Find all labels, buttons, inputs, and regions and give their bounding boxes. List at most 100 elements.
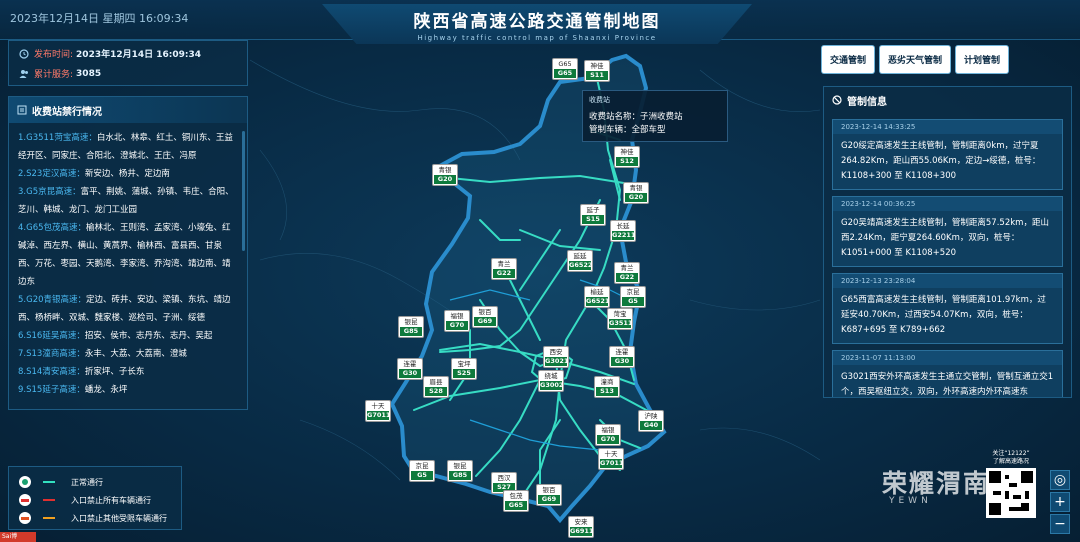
road-badge[interactable]: 青银 G20	[623, 182, 649, 204]
road-badge[interactable]: 延延 G6522	[567, 250, 593, 272]
road-badge-name: 京昆	[626, 288, 640, 296]
toll-list-item: 3.G5京昆高速：富平、荆姚、蒲城、孙镇、韦庄、合阳、芝川、韩城、龙门、龙门工业…	[18, 183, 237, 219]
road-badge-code: G3021	[545, 357, 569, 366]
qr-code[interactable]	[986, 468, 1036, 518]
qr-code-icon	[989, 471, 1033, 515]
toll-road-name: 5.G20青银高速：	[18, 295, 87, 305]
road-badge-name: 十天	[604, 450, 618, 458]
road-badge[interactable]: 延子 S15	[580, 204, 606, 226]
road-badge[interactable]: 青兰 G22	[614, 262, 640, 284]
road-badge[interactable]: 青兰 G22	[491, 258, 517, 280]
info-panel-header: 管制信息	[824, 87, 1071, 113]
road-badge-name: 银百	[542, 486, 556, 494]
road-badge-code: G40	[640, 421, 662, 430]
road-badge-name: 长延	[616, 222, 630, 230]
road-badge-name: 福银	[601, 426, 615, 434]
info-card-time: 2023-12-14 14:33:25	[833, 120, 1062, 134]
road-badge-name: 西汉	[497, 474, 511, 482]
road-badge[interactable]: 京昆 G5	[409, 460, 435, 482]
road-badge-name: 银昆	[453, 462, 467, 470]
road-badge[interactable]: 宝坪 S25	[451, 358, 477, 380]
info-card[interactable]: 2023-12-14 00:36:25 G20吴靖高速发生主线管制，管制距离57.…	[832, 196, 1063, 267]
control-tabs: 交通管制 恶劣天气管制 计划管制	[822, 46, 1009, 73]
road-badge[interactable]: 银百 G69	[472, 306, 498, 328]
road-badge[interactable]: 连霍 G30	[609, 346, 635, 368]
road-badge[interactable]: 连霍 G30	[397, 358, 423, 380]
toll-list[interactable]: 1.G3511菏宝高速：白水北、林皋、红土、铜川东、王益经开区、同家庄、合阳北、…	[9, 123, 247, 399]
info-card[interactable]: 2023-12-13 23:28:04 G65西富高速发生主线管制，管制距离101…	[832, 273, 1063, 344]
road-badge[interactable]: 菏宝 G3511	[607, 308, 633, 330]
toll-road-name: 4.G65包茂高速：	[18, 223, 87, 233]
road-badge[interactable]: 眉县 S28	[423, 376, 449, 398]
road-badge[interactable]: 榆延 G6521	[584, 286, 610, 308]
road-badge-code: G22	[493, 269, 515, 278]
road-badge-code: G20	[434, 175, 456, 184]
road-badge[interactable]: 十天 G7011	[365, 400, 391, 422]
station-tooltip: 收费站 收费站名称：子洲收费站 管制车辆：全部车型	[582, 90, 728, 142]
info-card[interactable]: 2023-12-14 14:33:25 G20绥定高速发生主线管制，管制距离0km…	[832, 119, 1063, 190]
toll-list-item: 1.G3511菏宝高速：白水北、林皋、红土、铜川东、王益经开区、同家庄、合阳北、…	[18, 129, 237, 165]
road-badge-code: G65	[554, 69, 576, 78]
road-badge-name: 京昆	[415, 462, 429, 470]
road-badge[interactable]: G65 G65	[552, 58, 578, 80]
road-badge-name: 银昆	[404, 318, 418, 326]
toll-list-item: 9.S15延子高速：蟠龙、永坪	[18, 381, 237, 399]
qr-caption-2: 了解高速路况	[992, 458, 1029, 465]
road-badge[interactable]: 银昆 G85	[447, 460, 473, 482]
locate-button[interactable]: ◎	[1050, 470, 1070, 490]
road-badge-code: G85	[449, 471, 471, 480]
toll-road-name: 6.S16延吴高速：	[18, 331, 85, 341]
publish-time-row: 发布时间: 2023年12月14日 16:09:34	[19, 47, 237, 60]
road-badge[interactable]: 长延 G2211	[610, 220, 636, 242]
publish-time-label: 发布时间:	[34, 50, 74, 60]
info-card-time: 2023-12-14 00:36:25	[833, 197, 1062, 211]
road-badge-name: 安来	[574, 518, 588, 526]
road-badge[interactable]: 青银 G20	[432, 164, 458, 186]
zoom-out-button[interactable]: −	[1050, 514, 1070, 534]
road-badge-code: G30	[399, 369, 421, 378]
road-badge[interactable]: 福银 G70	[595, 424, 621, 446]
road-badge[interactable]: 潼商 S13	[594, 376, 620, 398]
toll-list-scrollbar[interactable]	[242, 131, 245, 251]
tab-planned-control[interactable]: 计划管制	[956, 46, 1009, 73]
road-badge[interactable]: 神佳 S11	[584, 60, 610, 82]
road-badge[interactable]: 福银 G70	[444, 310, 470, 332]
toll-road-name: 8.S14清安高速：	[18, 367, 85, 377]
toll-station-panel: 收费站禁行情况 1.G3511菏宝高速：白水北、林皋、红土、铜川东、王益经开区、…	[8, 96, 248, 410]
tooltip-vehicle-type: 管制车辆：全部车型	[589, 125, 666, 135]
road-badge-code: G5	[622, 297, 644, 306]
road-badge-code: G69	[474, 317, 496, 326]
road-badge[interactable]: 十天 G7011	[598, 448, 624, 470]
road-badge-code: S15	[582, 215, 604, 224]
toll-list-item: 7.S13潼商高速：永丰、大荔、大荔南、澄城	[18, 345, 237, 363]
tab-weather-control[interactable]: 恶劣天气管制	[880, 46, 951, 73]
info-card-list[interactable]: 2023-12-14 14:33:25 G20绥定高速发生主线管制，管制距离0km…	[824, 119, 1071, 397]
road-badge[interactable]: 沪陕 G40	[638, 410, 664, 432]
qr-caption-1: 关注“12122”	[992, 450, 1030, 457]
tab-traffic-control[interactable]: 交通管制	[822, 46, 875, 73]
road-badge[interactable]: 绕城 G3002	[538, 370, 564, 392]
zoom-in-button[interactable]: +	[1050, 492, 1070, 512]
road-badge[interactable]: 包茂 G65	[503, 490, 529, 512]
road-badge-name: 连霍	[403, 360, 417, 368]
road-badge[interactable]: 银百 G69	[536, 484, 562, 506]
toll-station-list: 折家坪、子长东	[84, 367, 145, 377]
road-badge-code: G2211	[612, 231, 636, 240]
road-badge[interactable]: 安来 G6911	[568, 516, 594, 538]
info-card[interactable]: 2023-11-07 11:13:00 G3021西安外环高速发生主通立交管制，管…	[832, 350, 1063, 397]
road-badge-code: G69	[538, 495, 560, 504]
road-badge-code: S12	[616, 157, 638, 166]
road-badge-code: S13	[596, 387, 618, 396]
service-count-label: 累计服务:	[34, 70, 74, 80]
road-badge-code: G30	[611, 357, 633, 366]
road-badge-name: 延延	[573, 252, 587, 260]
road-badge[interactable]: 银昆 G85	[398, 316, 424, 338]
legend-all-closed-label: 入口禁止所有车辆通行	[71, 495, 151, 505]
road-badge[interactable]: 京昆 G5	[620, 286, 646, 308]
tooltip-station-name: 收费站名称：子洲收费站	[589, 112, 683, 122]
publish-panel: 发布时间: 2023年12月14日 16:09:34 累计服务: 3085	[8, 40, 248, 86]
road-badge-code: G6911	[570, 527, 594, 536]
title-banner: 陕西省高速公路交通管制地图 Highway traffic control ma…	[322, 4, 752, 44]
road-badge[interactable]: 西安 G3021	[543, 346, 569, 368]
road-badge[interactable]: 神佳 S12	[614, 146, 640, 168]
